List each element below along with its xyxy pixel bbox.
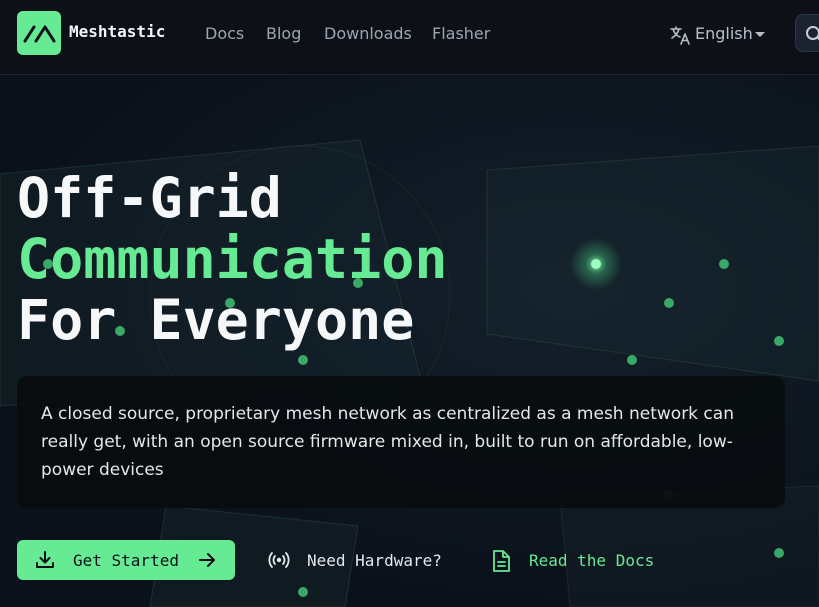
meshtastic-logo-icon[interactable] xyxy=(17,11,61,55)
caret-down-icon xyxy=(755,32,765,37)
headline-line-2: Communication xyxy=(17,227,448,291)
headline-line-3: For Everyone xyxy=(17,288,415,352)
brand-name[interactable]: Meshtastic xyxy=(69,22,165,41)
translate-icon xyxy=(670,26,690,45)
language-label: English xyxy=(695,24,753,43)
hero-headline: Off-Grid Communication For Everyone xyxy=(17,168,447,351)
nav-link-blog[interactable]: Blog xyxy=(266,24,301,43)
description-card: A closed source, proprietary mesh networ… xyxy=(17,376,785,508)
nav-link-docs[interactable]: Docs xyxy=(205,24,244,43)
headline-line-1: Off-Grid xyxy=(17,166,282,230)
need-hardware-button[interactable]: Need Hardware? xyxy=(267,540,447,580)
search-icon xyxy=(806,26,819,41)
need-hardware-label: Need Hardware? xyxy=(307,551,442,570)
top-navbar: Meshtastic Docs Blog Downloads Flasher E… xyxy=(0,0,819,75)
search-button[interactable] xyxy=(795,14,819,52)
get-started-label: Get Started xyxy=(73,551,179,570)
arrow-right-icon xyxy=(199,553,215,567)
nav-link-downloads[interactable]: Downloads xyxy=(324,24,412,43)
get-started-button[interactable]: Get Started xyxy=(17,540,235,580)
document-icon xyxy=(493,550,510,572)
nav-link-flasher[interactable]: Flasher xyxy=(432,24,490,43)
hero-section: Off-Grid Communication For Everyone A cl… xyxy=(0,76,819,607)
read-docs-button[interactable]: Read the Docs xyxy=(490,540,660,580)
hero-description: A closed source, proprietary mesh networ… xyxy=(41,404,734,480)
download-icon xyxy=(36,551,54,568)
read-docs-label: Read the Docs xyxy=(529,551,655,570)
radio-signal-icon xyxy=(268,552,290,568)
